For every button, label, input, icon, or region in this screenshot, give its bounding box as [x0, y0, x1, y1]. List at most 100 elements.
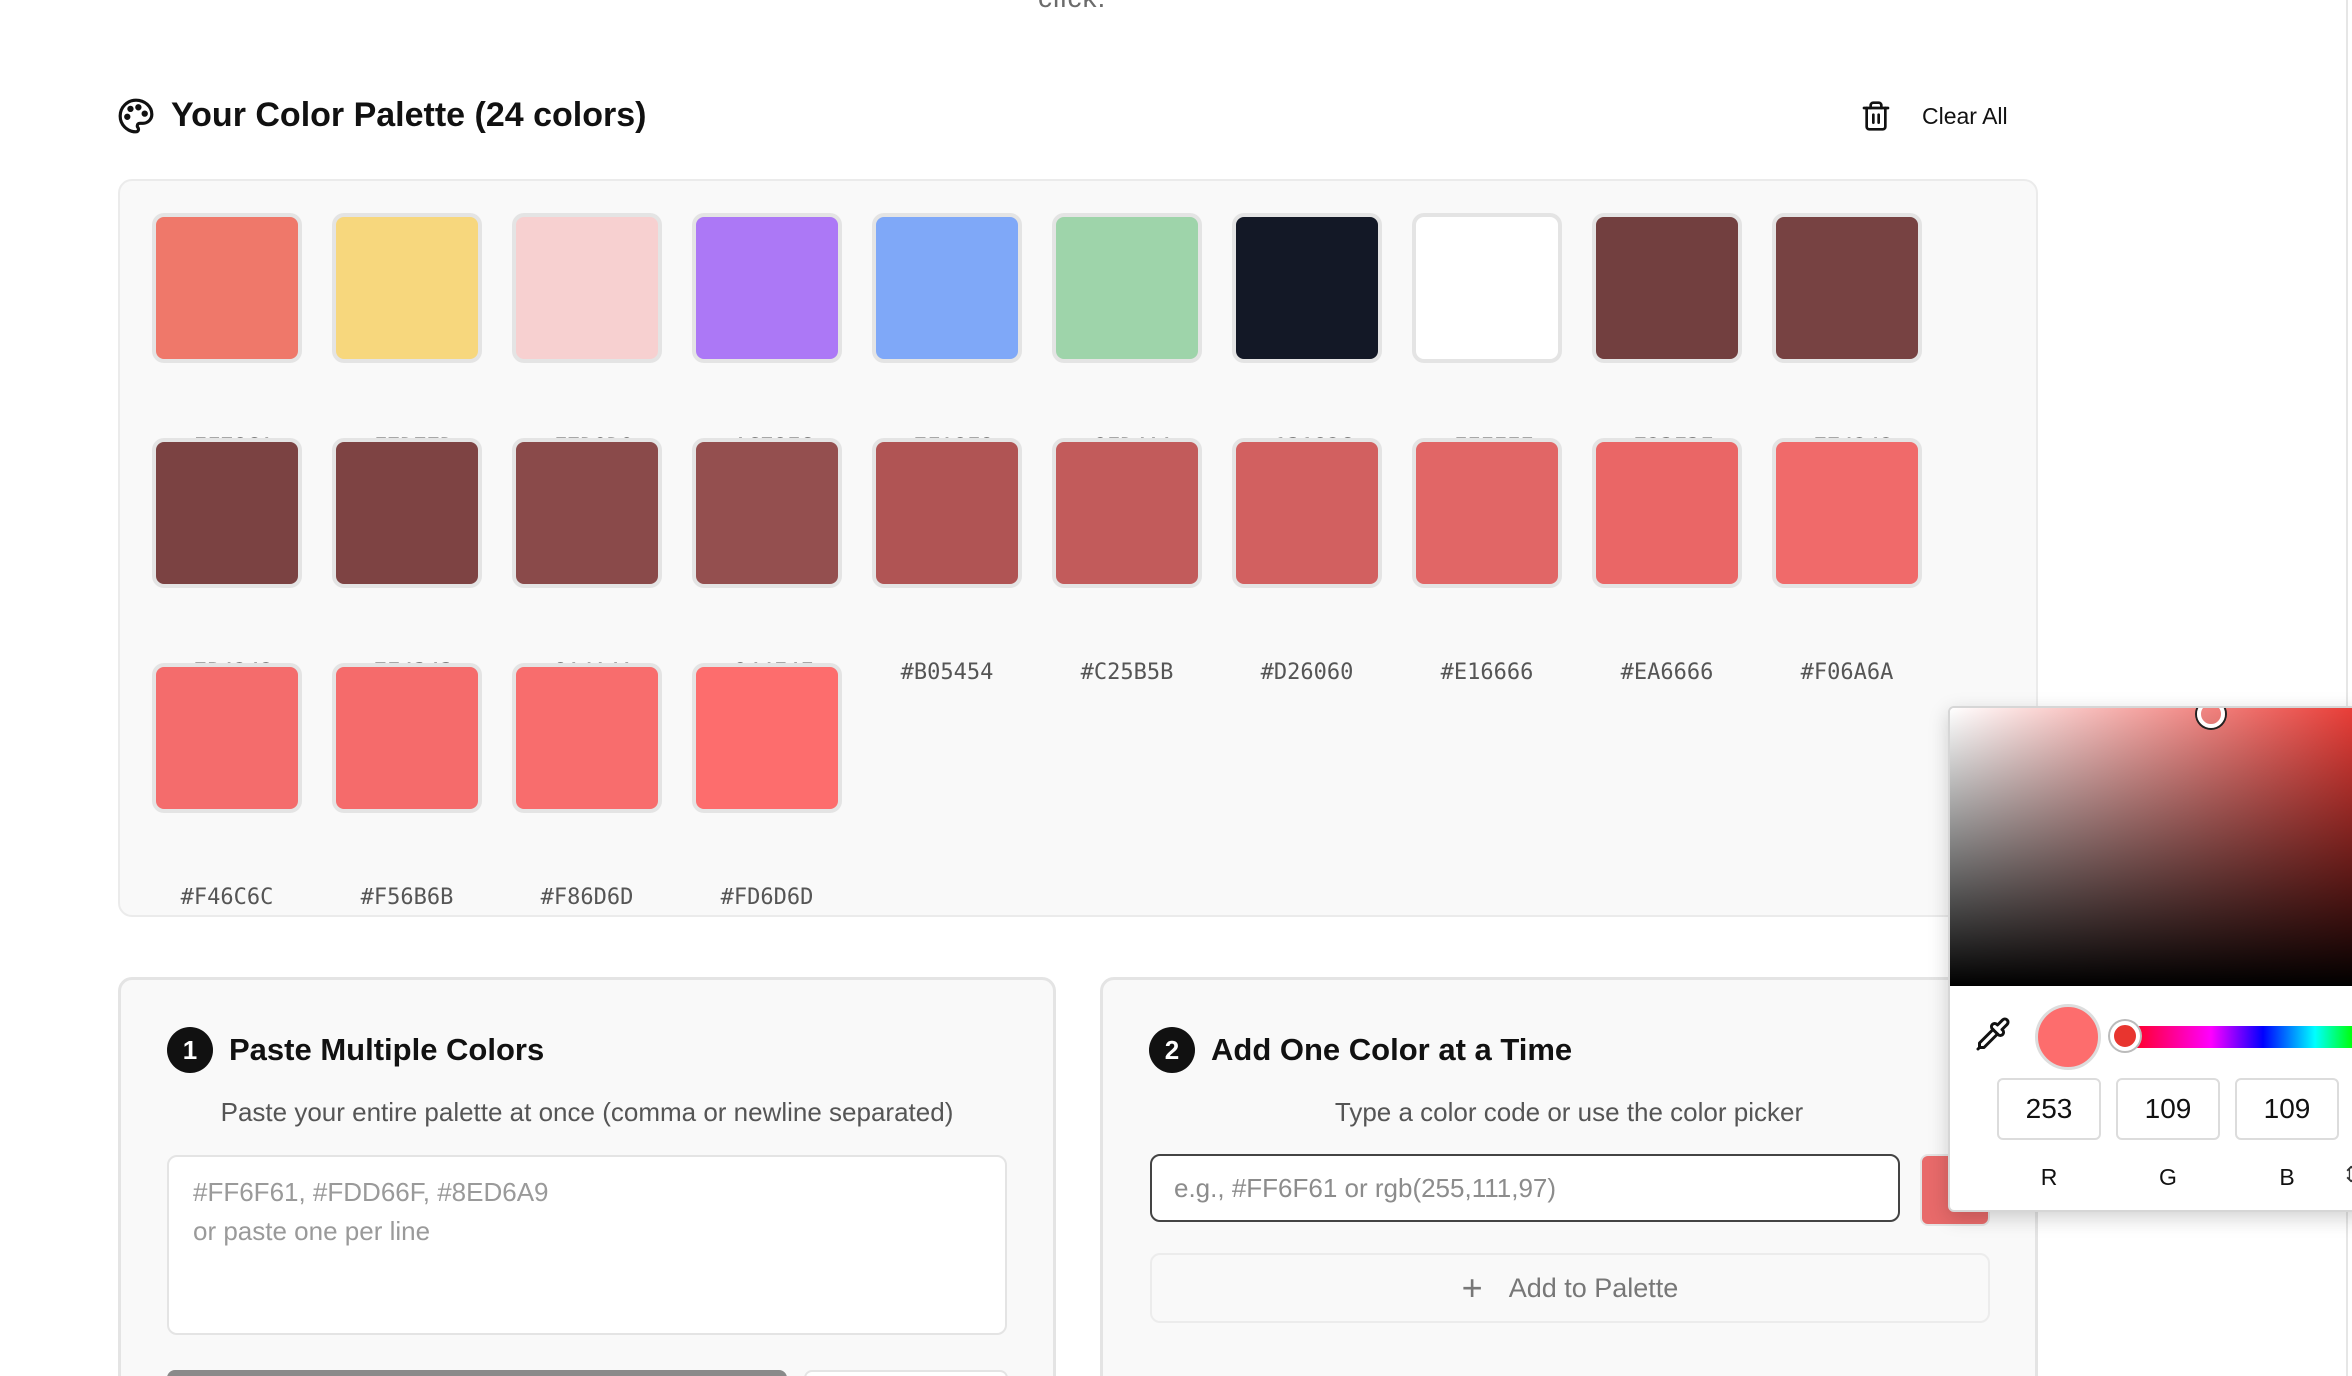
placeholder-line: #FF6F61, #FDD66F, #8ED6A9: [193, 1177, 549, 1207]
swatch-color[interactable]: [332, 663, 482, 813]
swatch-color[interactable]: [692, 213, 842, 363]
palette-swatch[interactable]: #723F3F: [1592, 213, 1742, 460]
palette-grid: #EF786A#F7D77D#F7D0D0#AC78F6#7FA8F8#9ED4…: [118, 179, 2038, 917]
palette-swatch[interactable]: #F86D6D: [512, 663, 662, 910]
swatch-color[interactable]: [1772, 213, 1922, 363]
green-label: G: [2159, 1164, 2177, 1190]
palette-swatch[interactable]: #EA6666: [1592, 438, 1742, 685]
add-one-color-card: 2 Add One Color at a Time Type a color c…: [1100, 977, 2038, 1376]
palette-swatch[interactable]: #944F4F: [692, 438, 842, 685]
swatch-color[interactable]: [872, 213, 1022, 363]
step-title: Add One Color at a Time: [1211, 1032, 1573, 1067]
eyedropper-icon[interactable]: [1975, 1016, 2011, 1052]
blue-input[interactable]: 109: [2235, 1078, 2339, 1140]
swatch-color[interactable]: [692, 438, 842, 588]
secondary-button[interactable]: [804, 1370, 1008, 1376]
swatch-color[interactable]: [1592, 213, 1742, 363]
color-code-placeholder: e.g., #FF6F61 or rgb(255,111,97): [1174, 1172, 1557, 1203]
placeholder-line: or paste one per line: [193, 1216, 431, 1246]
palette-swatch[interactable]: #F7D77D: [332, 213, 482, 460]
step-description: Type a color code or use the color picke…: [1334, 1097, 1804, 1127]
step-1-heading: 1 Paste Multiple Colors: [167, 1027, 544, 1073]
color-code-input[interactable]: e.g., #FF6F61 or rgb(255,111,97): [1150, 1154, 1900, 1222]
palette-swatch[interactable]: #FD6D6D: [692, 663, 842, 910]
palette-swatch[interactable]: #AC78F6: [692, 213, 842, 460]
swatch-color[interactable]: [512, 213, 662, 363]
paste-colors-textarea[interactable]: #FF6F61, #FDD66F, #8ED6A9 or paste one p…: [167, 1155, 1007, 1335]
palette-swatch[interactable]: #F7D0D0: [512, 213, 662, 460]
swatch-color[interactable]: [872, 438, 1022, 588]
swatch-hex-label: #E16666: [1440, 660, 1534, 685]
add-pasted-colors-button[interactable]: [167, 1370, 787, 1376]
saturation-thumb[interactable]: [2197, 708, 2225, 728]
swatch-color[interactable]: [332, 213, 482, 363]
palette-swatch[interactable]: #8A4A4A: [512, 438, 662, 685]
step-description: Paste your entire palette at once (comma…: [220, 1097, 954, 1127]
paste-multiple-card: 1 Paste Multiple Colors Paste your entir…: [118, 977, 1056, 1376]
palette-icon: [118, 98, 154, 133]
palette-swatch[interactable]: #E16666: [1412, 438, 1562, 685]
palette-swatch[interactable]: #FFFFFF: [1412, 213, 1562, 460]
step-title: Paste Multiple Colors: [229, 1032, 545, 1067]
swatch-hex-label: #C25B5B: [1080, 660, 1174, 685]
palette-swatch[interactable]: #9ED4AA: [1052, 213, 1202, 460]
add-to-palette-button[interactable]: + Add to Palette: [1150, 1253, 1990, 1323]
swatch-color[interactable]: [152, 213, 302, 363]
trash-icon: [1862, 101, 1890, 131]
palette-swatch[interactable]: #D26060: [1232, 438, 1382, 685]
swatch-color[interactable]: [1052, 213, 1202, 363]
add-to-palette-label: Add to Palette: [1508, 1272, 1679, 1303]
swatch-hex-label: #FD6D6D: [720, 885, 814, 910]
swatch-color[interactable]: [1052, 438, 1202, 588]
picked-color-preview: [2035, 1004, 2101, 1070]
green-input[interactable]: 109: [2116, 1078, 2220, 1140]
palette-swatch[interactable]: #B05454: [872, 438, 1022, 685]
swatch-color[interactable]: [692, 663, 842, 813]
palette-swatch[interactable]: #7B4242: [152, 438, 302, 685]
swatch-color[interactable]: [152, 438, 302, 588]
swatch-color[interactable]: [1772, 438, 1922, 588]
hue-slider[interactable]: [2120, 1026, 2352, 1048]
swatch-hex-label: #F46C6C: [180, 885, 274, 910]
swatch-hex-label: #D26060: [1260, 660, 1354, 685]
palette-swatch[interactable]: #C25B5B: [1052, 438, 1202, 685]
swatch-color[interactable]: [1412, 213, 1562, 363]
swatch-color[interactable]: [1232, 213, 1382, 363]
palette-swatch[interactable]: #7FA8F8: [872, 213, 1022, 460]
palette-swatch[interactable]: #131826: [1232, 213, 1382, 460]
swatch-color[interactable]: [1232, 438, 1382, 588]
swatch-color[interactable]: [512, 663, 662, 813]
palette-title: Your Color Palette (24 colors): [171, 96, 647, 134]
blue-label: B: [2279, 1164, 2295, 1190]
swatch-hex-label: #F06A6A: [1800, 660, 1894, 685]
swatch-color[interactable]: [332, 438, 482, 588]
red-input[interactable]: 253: [1997, 1078, 2101, 1140]
step-number: 1: [167, 1027, 213, 1073]
swatch-hex-label: #F86D6D: [540, 885, 634, 910]
clear-all-label: Clear All: [1922, 102, 2008, 129]
plus-icon: +: [1461, 1267, 1483, 1308]
palette-swatch[interactable]: #F56B6B: [332, 663, 482, 910]
hue-thumb[interactable]: [2110, 1021, 2140, 1051]
step-number: 2: [1149, 1027, 1195, 1073]
saturation-value-area[interactable]: [1950, 708, 2352, 986]
clear-all-button[interactable]: Clear All: [1860, 100, 2008, 132]
swatch-hex-label: #EA6666: [1620, 660, 1714, 685]
palette-swatch[interactable]: #EF786A: [152, 213, 302, 460]
toggle-arrows-icon[interactable]: ⇕: [2342, 1162, 2352, 1188]
swatch-color[interactable]: [152, 663, 302, 813]
swatch-hex-label: #F56B6B: [360, 885, 454, 910]
palette-swatch[interactable]: #F46C6C: [152, 663, 302, 910]
palette-swatch[interactable]: #F06A6A: [1772, 438, 1922, 685]
palette-swatch[interactable]: #7E4343: [332, 438, 482, 685]
color-picker-popup: 253 109 109 R G B ⇕: [1948, 706, 2352, 1212]
palette-swatch[interactable]: #774242: [1772, 213, 1922, 460]
red-label: R: [2040, 1164, 2058, 1190]
swatch-color[interactable]: [1592, 438, 1742, 588]
swatch-color[interactable]: [512, 438, 662, 588]
palette-header: Your Color Palette (24 colors): [117, 96, 646, 135]
instruction-text: click.: [1038, 0, 1106, 14]
swatch-color[interactable]: [1412, 438, 1562, 588]
swatch-hex-label: #B05454: [900, 660, 994, 685]
step-2-heading: 2 Add One Color at a Time: [1149, 1027, 1572, 1073]
